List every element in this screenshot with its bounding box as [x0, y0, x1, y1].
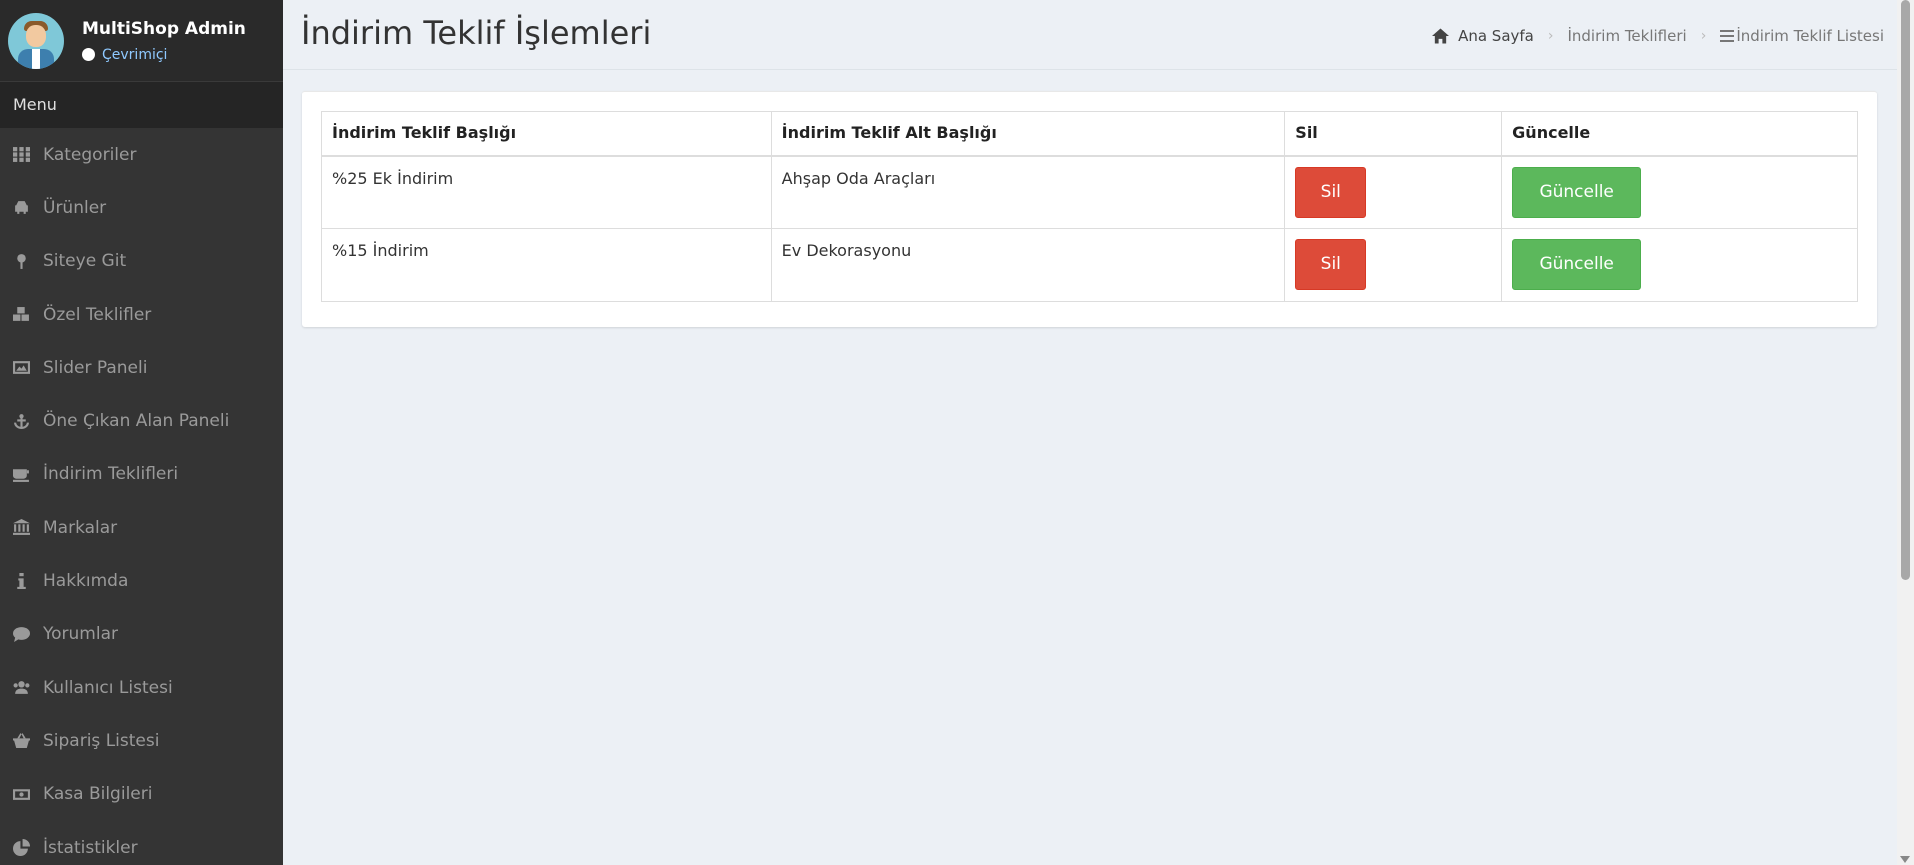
cell-subtitle: Ahşap Oda Araçları [770, 155, 1286, 229]
sidebar-item-label: Markalar [43, 517, 118, 538]
sidebar-item-label: Kullanıcı Listesi [43, 677, 173, 698]
sidebar-item-label: Slider Paneli [43, 357, 148, 378]
sidebar-item-label: Öne Çıkan Alan Paneli [43, 411, 230, 432]
scrollbar-thumb[interactable] [1901, 0, 1910, 580]
breadcrumb-section[interactable]: İndirim Teklifleri [1567, 27, 1686, 45]
sidebar-item-markalar[interactable]: Markalar [0, 501, 283, 554]
sidebar: MultiShop Admin Çevrimiçi Menu Kategoril… [0, 0, 283, 865]
user-status[interactable]: Çevrimiçi [82, 47, 246, 63]
menu-header: Menu [0, 82, 283, 128]
user-status-label: Çevrimiçi [102, 46, 168, 63]
sidebar-item-istatistikler[interactable]: İstatistikler [0, 821, 283, 865]
anchor-icon [13, 413, 30, 430]
sidebar-item-label: Kasa Bilgileri [43, 784, 153, 805]
chevron-right-icon: › [1700, 28, 1707, 44]
sidebar-item-label: Yorumlar [43, 624, 118, 645]
sidebar-item-slider-paneli[interactable]: Slider Paneli [0, 341, 283, 394]
cell-update: Güncelle [1501, 228, 1858, 302]
column-header-delete: Sil [1284, 111, 1503, 157]
cell-update: Güncelle [1501, 155, 1858, 229]
column-header-update: Güncelle [1501, 111, 1858, 157]
breadcrumb-current: İndirim Teklif Listesi [1720, 27, 1884, 45]
delete-button[interactable]: Sil [1295, 166, 1367, 218]
sidebar-item-label: İndirim Teklifleri [43, 464, 179, 485]
discount-offers-table: İndirim Teklif Başlığı İndirim Teklif Al… [321, 111, 1858, 302]
scroll-down-arrow-icon[interactable] [1900, 856, 1910, 863]
breadcrumb-home-label: Ana Sayfa [1458, 27, 1534, 45]
column-header-title: İndirim Teklif Başlığı [321, 111, 772, 157]
update-button[interactable]: Güncelle [1512, 166, 1642, 218]
home-icon [1432, 28, 1450, 44]
info-icon [13, 572, 30, 590]
cell-delete: Sil [1284, 228, 1503, 302]
column-header-subtitle: İndirim Teklif Alt Başlığı [770, 111, 1286, 157]
status-dot-icon [82, 48, 95, 61]
breadcrumb-current-label: İndirim Teklif Listesi [1736, 27, 1884, 45]
sidebar-item-label: Ürünler [43, 197, 107, 218]
sidebar-item-kullanici-listesi[interactable]: Kullanıcı Listesi [0, 661, 283, 714]
cell-subtitle: Ev Dekorasyonu [770, 228, 1286, 302]
sidebar-item-label: Kategoriler [43, 144, 137, 165]
sidebar-item-label: İstatistikler [43, 837, 138, 858]
content-header: İndirim Teklif İşlemleri Ana Sayfa › İnd… [283, 0, 1897, 70]
list-icon [1720, 30, 1735, 42]
vertical-scrollbar[interactable] [1897, 0, 1914, 865]
grid-icon [13, 146, 30, 163]
chevron-right-icon: › [1547, 28, 1554, 44]
user-name: MultiShop Admin [82, 18, 246, 39]
sidebar-item-kategoriler[interactable]: Kategoriler [0, 128, 283, 181]
sidebar-item-ozel-teklifler[interactable]: Özel Teklifler [0, 288, 283, 341]
avatar [8, 12, 64, 69]
update-button[interactable]: Güncelle [1512, 239, 1642, 290]
cubes-icon [13, 306, 30, 323]
comment-icon [13, 626, 30, 643]
sidebar-item-label: Hakkımda [43, 571, 129, 592]
user-info: MultiShop Admin Çevrimiçi [82, 19, 246, 63]
coffee-icon [13, 466, 30, 483]
car-icon [13, 199, 30, 216]
table-row: %25 Ek İndirim Ahşap Oda Araçları Sil Gü… [321, 155, 1858, 229]
users-icon [13, 679, 30, 696]
table-row: %15 İndirim Ev Dekorasyonu Sil Güncelle [321, 228, 1858, 302]
money-icon [13, 786, 30, 803]
sidebar-item-siparis-listesi[interactable]: Sipariş Listesi [0, 714, 283, 767]
delete-button[interactable]: Sil [1295, 239, 1367, 290]
sidebar-item-hakkimda[interactable]: Hakkımda [0, 554, 283, 607]
table-header-row: İndirim Teklif Başlığı İndirim Teklif Al… [321, 111, 1858, 157]
cell-delete: Sil [1284, 155, 1503, 229]
sidebar-item-kasa-bilgileri[interactable]: Kasa Bilgileri [0, 768, 283, 821]
sidebar-item-siteye-git[interactable]: Siteye Git [0, 235, 283, 288]
basket-icon [13, 732, 30, 749]
sidebar-item-one-cikan-alan-paneli[interactable]: Öne Çıkan Alan Paneli [0, 394, 283, 447]
sidebar-item-urunler[interactable]: Ürünler [0, 181, 283, 234]
page-title: İndirim Teklif İşlemleri [301, 14, 652, 52]
user-panel: MultiShop Admin Çevrimiçi [0, 0, 283, 82]
sidebar-item-indirim-teklifleri[interactable]: İndirim Teklifleri [0, 448, 283, 501]
cell-title: %25 Ek İndirim [321, 155, 772, 229]
sidebar-item-label: Sipariş Listesi [43, 730, 160, 751]
breadcrumb: Ana Sayfa › İndirim Teklifleri › İndirim… [1432, 27, 1884, 45]
main-content: İndirim Teklif İşlemleri Ana Sayfa › İnd… [283, 0, 1897, 865]
cell-title: %15 İndirim [321, 228, 772, 302]
sidebar-item-label: Siteye Git [43, 251, 127, 272]
map-pin-icon [13, 253, 30, 270]
content-box: İndirim Teklif Başlığı İndirim Teklif Al… [302, 91, 1877, 327]
sidebar-item-yorumlar[interactable]: Yorumlar [0, 608, 283, 661]
image-icon [13, 359, 30, 376]
sidebar-item-label: Özel Teklifler [43, 304, 152, 325]
breadcrumb-home[interactable]: Ana Sayfa [1432, 27, 1534, 45]
bank-icon [13, 519, 30, 536]
pie-chart-icon [13, 839, 30, 856]
